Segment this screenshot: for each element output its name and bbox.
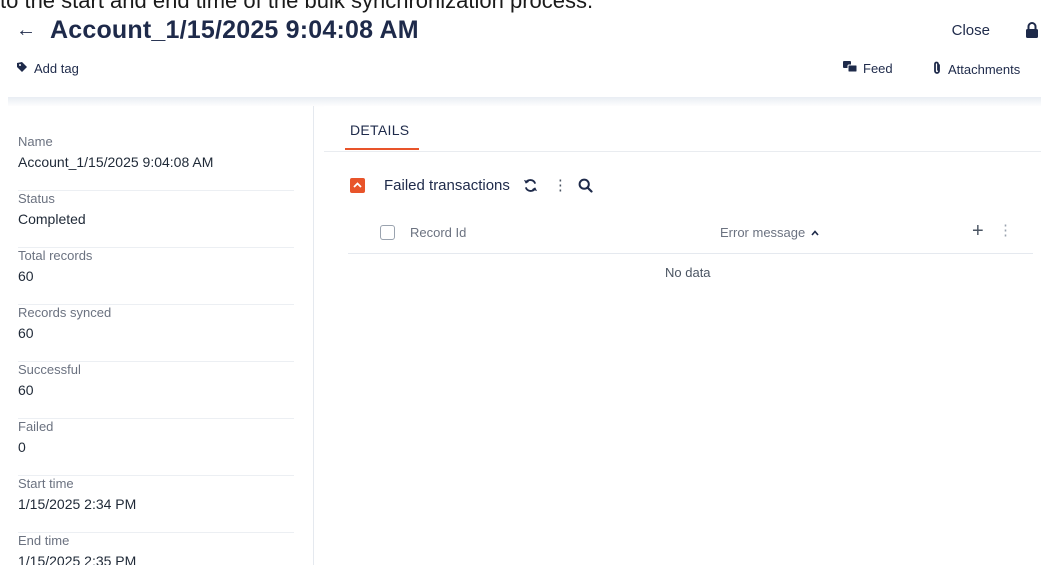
field-end-time: End time 1/15/2025 2:35 PM <box>18 533 294 565</box>
field-label: Status <box>18 191 55 206</box>
chevron-up-icon <box>353 182 362 188</box>
field-label: Name <box>18 134 53 149</box>
empty-state-text: No data <box>665 265 711 280</box>
arrow-left-icon[interactable]: ← <box>16 19 36 42</box>
field-value[interactable]: 60 <box>18 325 34 341</box>
column-header-error-message[interactable]: Error message <box>720 225 819 240</box>
failed-transactions-header: Failed transactions ⋮ <box>350 175 593 195</box>
field-label: Failed <box>18 419 54 434</box>
add-column-button[interactable]: + <box>972 220 984 243</box>
grid-header-row: Record Id Error message + ⋮ <box>348 216 1033 254</box>
column-header-label: Error message <box>720 225 806 240</box>
record-fields-panel: Name Account_1/15/2025 9:04:08 AM Status… <box>8 106 314 565</box>
grid-options-icon[interactable]: ⋮ <box>998 221 1013 239</box>
field-value[interactable]: Account_1/15/2025 9:04:08 AM <box>18 154 213 170</box>
active-tab-indicator <box>345 148 419 150</box>
field-successful: Successful 60 <box>18 362 294 419</box>
field-value[interactable]: 0 <box>18 439 26 455</box>
details-panel: DETAILS Failed transactions ⋮ Record Id … <box>324 106 1041 565</box>
field-label: Total records <box>18 248 93 263</box>
search-icon[interactable] <box>578 178 593 193</box>
field-records-synced: Records synced 60 <box>18 305 294 362</box>
close-button[interactable]: Close <box>952 22 990 39</box>
field-value[interactable]: Completed <box>18 211 86 227</box>
field-label: End time <box>18 533 70 548</box>
tab-details[interactable]: DETAILS <box>350 122 409 138</box>
page-header: ← Account_1/15/2025 9:04:08 AM Close <box>12 16 1041 46</box>
field-label: Successful <box>18 362 81 377</box>
tag-icon <box>16 61 28 76</box>
field-value[interactable]: 60 <box>18 268 34 284</box>
page-title: Account_1/15/2025 9:04:08 AM <box>50 16 419 44</box>
lock-icon[interactable] <box>1025 21 1039 39</box>
field-name: Name Account_1/15/2025 9:04:08 AM <box>18 134 294 191</box>
select-all-checkbox[interactable] <box>380 225 395 240</box>
feed-label: Feed <box>863 61 893 76</box>
field-failed: Failed 0 <box>18 419 294 476</box>
column-header-record-id[interactable]: Record Id <box>410 225 466 240</box>
field-value[interactable]: 1/15/2025 2:34 PM <box>18 496 136 512</box>
intro-text: to the start and end time of the bulk sy… <box>0 0 594 13</box>
field-label: Records synced <box>18 305 112 320</box>
sort-ascending-icon <box>811 229 819 236</box>
field-value[interactable]: 60 <box>18 382 34 398</box>
attachments-label: Attachments <box>948 62 1021 77</box>
field-label: Start time <box>18 476 74 491</box>
attachments-button[interactable]: Attachments <box>932 61 1020 78</box>
field-value[interactable]: 1/15/2025 2:35 PM <box>18 553 136 565</box>
field-start-time: Start time 1/15/2025 2:34 PM <box>18 476 294 533</box>
field-total-records: Total records 60 <box>18 248 294 305</box>
refresh-icon[interactable] <box>523 178 538 193</box>
feed-button[interactable]: Feed <box>843 61 893 76</box>
feed-icon <box>843 61 858 76</box>
collapse-section-button[interactable] <box>350 177 365 193</box>
record-toolbar: Add tag Feed Attachments <box>0 58 1041 80</box>
section-title: Failed transactions <box>384 176 510 194</box>
tab-divider <box>324 151 1041 152</box>
add-tag-button[interactable]: Add tag <box>16 61 79 76</box>
more-options-icon[interactable]: ⋮ <box>553 176 568 194</box>
paperclip-icon <box>932 61 942 78</box>
field-status: Status Completed <box>18 191 294 248</box>
add-tag-label: Add tag <box>34 61 79 76</box>
